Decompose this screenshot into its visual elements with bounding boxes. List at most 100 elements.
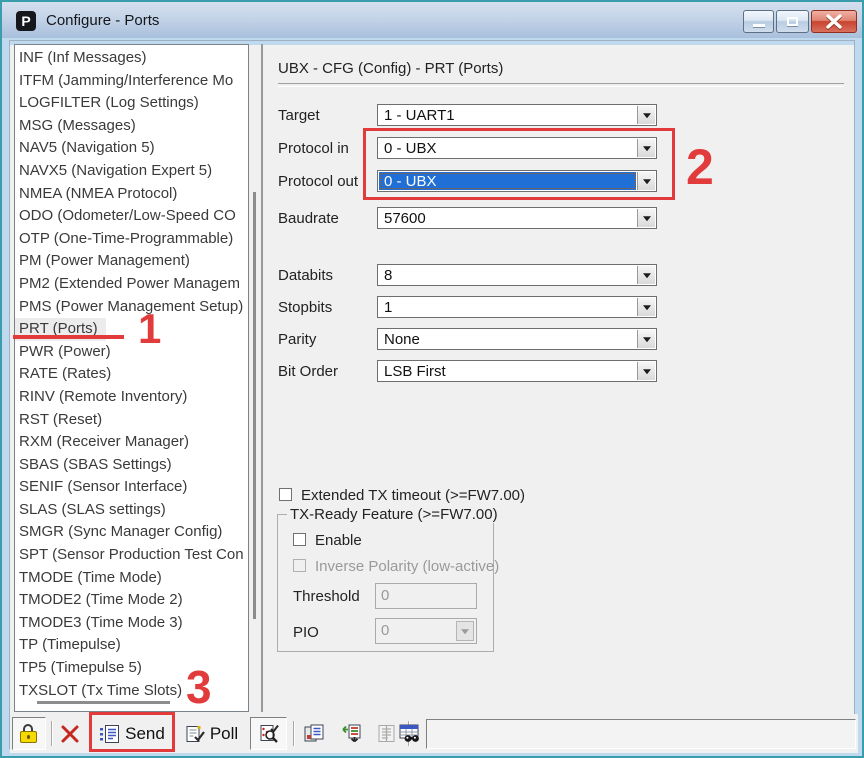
close-icon [826,14,842,29]
target-label: Target [278,107,320,124]
chevron-down-icon[interactable] [637,139,655,157]
inverse-polarity-checkbox [293,559,306,572]
annotation-step1: 1 [138,305,162,352]
copy-messages-button[interactable] [298,717,332,750]
tx-ready-group-title: TX-Ready Feature (>=FW7.00) [287,506,501,523]
target-dropdown[interactable]: 1 - UART1 [377,104,657,126]
lock-icon [20,723,38,744]
protocol-out-label: Protocol out [278,173,359,190]
sidebar-item-nmea[interactable]: NMEA (NMEA Protocol) [15,183,248,206]
sidebar-item-tmode[interactable]: TMODE (Time Mode) [15,567,248,590]
extended-tx-timeout-label: Extended TX timeout (>=FW7.00) [301,487,525,504]
send-button-label: Send [125,723,165,743]
sidebar-item-pm[interactable]: PM (Power Management) [15,250,248,273]
toolbar-separator [51,721,52,746]
transfer-messages-button[interactable] [334,717,368,750]
pio-label: PIO [293,624,319,641]
poll-button[interactable]: Poll [178,717,244,750]
sidebar-item-logfilter[interactable]: LOGFILTER (Log Settings) [15,92,248,115]
stopbits-value: 1 [384,299,393,316]
enable-checkbox[interactable] [293,533,306,546]
header-separator [278,83,844,87]
sidebar-item-tp5[interactable]: TP5 (Timepulse 5) [15,657,248,680]
baudrate-value: 57600 [384,210,426,227]
sidebar-item-inf[interactable]: INF (Inf Messages) [15,47,248,70]
sidebar-item-txslot[interactable]: TXSLOT (Tx Time Slots) [15,680,248,703]
delete-button[interactable] [54,717,86,750]
vertical-scrollbar-thumb[interactable] [253,192,256,619]
close-button[interactable] [811,10,857,33]
transfer-messages-icon [342,724,361,742]
send-icon [100,724,120,743]
protocol-out-value: 0 - UBX [379,172,636,190]
maximize-icon [787,17,798,26]
sidebar-item-pwr[interactable]: PWR (Power) [15,341,248,364]
sidebar-item-rxm[interactable]: RXM (Receiver Manager) [15,431,248,454]
chevron-down-icon[interactable] [637,330,655,348]
pio-dropdown: 0 [375,618,477,644]
databits-value: 8 [384,267,393,284]
pane-splitter[interactable] [261,44,263,712]
auto-poll-icon [260,724,279,743]
inverse-polarity-label: Inverse Polarity (low-active) [315,558,500,575]
chevron-down-icon[interactable] [637,209,655,227]
table-search-button[interactable] [394,717,428,750]
parity-dropdown[interactable]: None [377,328,657,350]
bit-order-dropdown[interactable]: LSB First [377,360,657,382]
chevron-down-icon[interactable] [637,298,655,316]
sidebar-item-pm2[interactable]: PM2 (Extended Power Managem [15,273,248,296]
toolbar-separator [293,721,294,746]
sidebar-item-rst[interactable]: RST (Reset) [15,409,248,432]
sidebar-item-rinv[interactable]: RINV (Remote Inventory) [15,386,248,409]
message-list: INF (Inf Messages) ITFM (Jamming/Interfe… [14,44,249,712]
sidebar-item-navx5[interactable]: NAVX5 (Navigation Expert 5) [15,160,248,183]
sidebar-item-tmode2[interactable]: TMODE2 (Time Mode 2) [15,589,248,612]
sidebar-item-spt[interactable]: SPT (Sensor Production Test Con [15,544,248,567]
minimize-button[interactable] [743,10,774,33]
parity-label: Parity [278,331,317,348]
chevron-down-icon[interactable] [637,266,655,284]
parity-value: None [384,331,420,348]
chevron-down-icon[interactable] [637,362,655,380]
sidebar-item-tmode3[interactable]: TMODE3 (Time Mode 3) [15,612,248,635]
sidebar-item-odo[interactable]: ODO (Odometer/Low-Speed CO [15,205,248,228]
send-button[interactable]: Send [93,717,171,750]
pio-value: 0 [381,622,390,639]
sidebar-item-smgr[interactable]: SMGR (Sync Manager Config) [15,521,248,544]
chevron-down-icon[interactable] [637,106,655,124]
sidebar-item-nav5[interactable]: NAV5 (Navigation 5) [15,137,248,160]
horizontal-scrollbar-thumb[interactable] [37,701,170,704]
sidebar-item-rate[interactable]: RATE (Rates) [15,363,248,386]
copy-messages-icon [304,724,324,741]
status-field[interactable] [426,719,856,749]
panel-header: UBX - CFG (Config) - PRT (Ports) [278,60,504,77]
chevron-down-icon[interactable] [637,172,655,190]
title-bar[interactable]: P Configure - Ports [2,2,862,41]
protocol-out-dropdown[interactable]: 0 - UBX [377,170,657,192]
bottom-toolbar: Send Poll [10,714,858,753]
minimize-icon [753,24,765,27]
poll-button-label: Poll [209,723,239,743]
annotation-step2: 2 [686,139,714,195]
lock-button[interactable] [12,717,46,750]
sidebar-item-msg[interactable]: MSG (Messages) [15,115,248,138]
protocol-in-dropdown[interactable]: 0 - UBX [377,137,657,159]
sidebar-item-otp[interactable]: OTP (One-Time-Programmable) [15,228,248,251]
protocol-in-label: Protocol in [278,140,349,157]
baudrate-dropdown[interactable]: 57600 [377,207,657,229]
sidebar-item-pms[interactable]: PMS (Power Management Setup) [15,296,248,319]
extended-tx-timeout-checkbox[interactable] [279,488,292,501]
stopbits-dropdown[interactable]: 1 [377,296,657,318]
sidebar-item-itfm[interactable]: ITFM (Jamming/Interference Mo [15,70,248,93]
sidebar-item-tp[interactable]: TP (Timepulse) [15,634,248,657]
sidebar-item-slas[interactable]: SLAS (SLAS settings) [15,499,248,522]
stopbits-label: Stopbits [278,299,333,316]
auto-poll-toggle[interactable] [250,717,287,750]
sidebar-item-sbas[interactable]: SBAS (SBAS Settings) [15,454,248,477]
threshold-label: Threshold [293,588,360,605]
sidebar-item-prt-selected[interactable]: PRT (Ports) [15,318,106,341]
databits-dropdown[interactable]: 8 [377,264,657,286]
sidebar-item-senif[interactable]: SENIF (Sensor Interface) [15,476,248,499]
maximize-button[interactable] [776,10,809,33]
threshold-input: 0 [375,583,477,609]
